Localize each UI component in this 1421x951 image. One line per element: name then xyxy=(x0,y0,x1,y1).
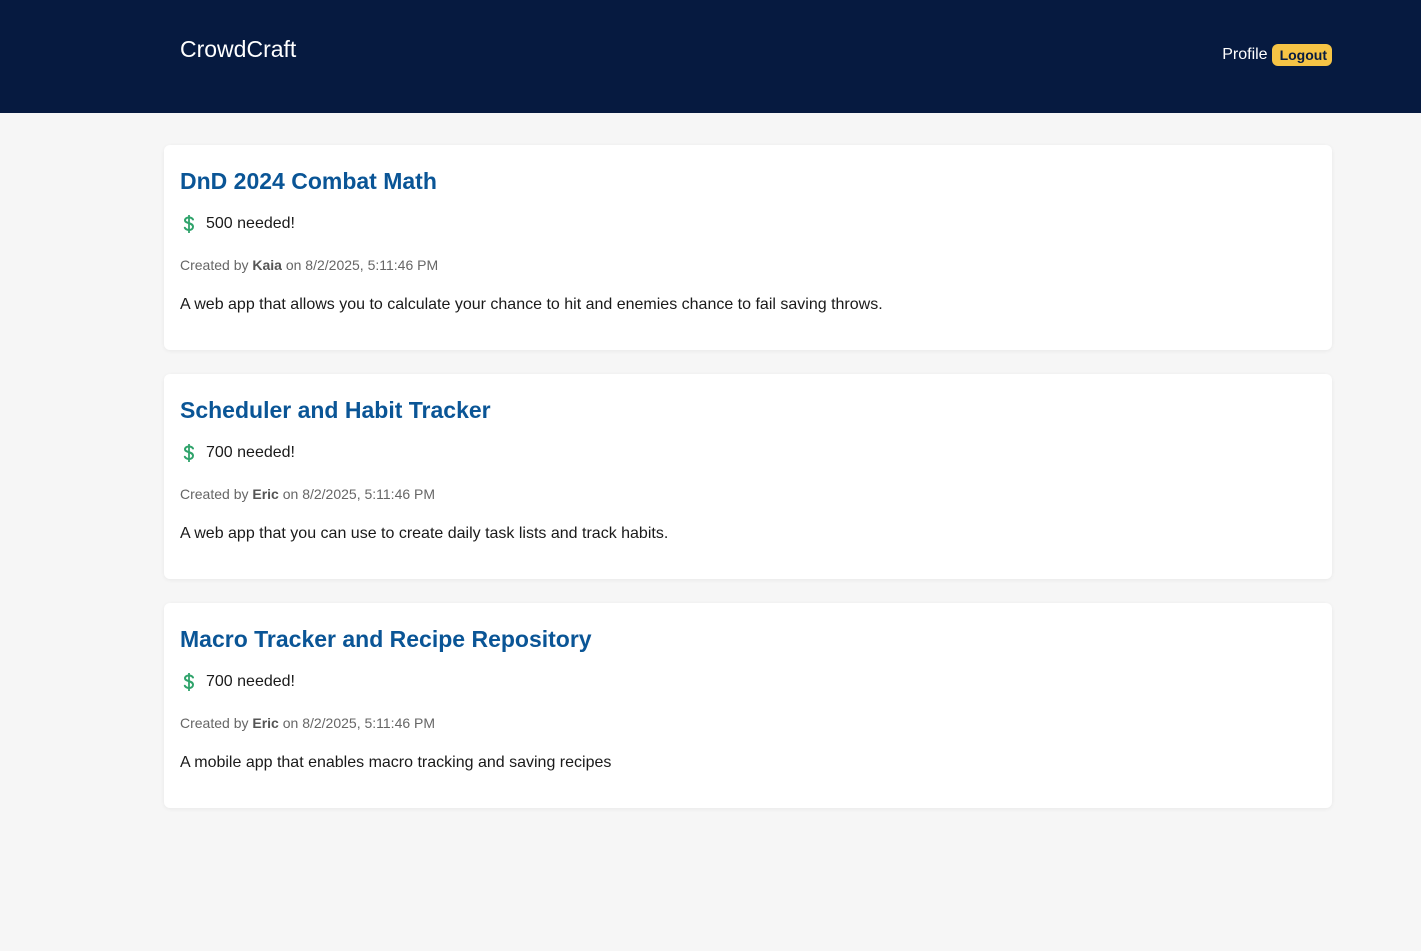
author-name: Eric xyxy=(252,715,279,731)
dollar-icon xyxy=(183,215,195,233)
created-info: Created by Eric on 8/2/2025, 5:11:46 PM xyxy=(180,714,435,732)
created-date: on 8/2/2025, 5:11:46 PM xyxy=(282,715,436,731)
project-list: DnD 2024 Combat Math 500 needed! Created… xyxy=(164,145,1332,832)
project-description: A web app that allows you to calculate y… xyxy=(180,296,883,313)
profile-link[interactable]: Profile xyxy=(1222,44,1267,66)
project-card: DnD 2024 Combat Math 500 needed! Created… xyxy=(164,145,1332,350)
funding-goal: 700 needed! xyxy=(180,443,295,463)
funding-text: 700 needed! xyxy=(206,444,295,461)
created-date: on 8/2/2025, 5:11:46 PM xyxy=(282,486,436,502)
brand-logo[interactable]: CrowdCraft xyxy=(180,35,296,63)
created-info: Created by Kaia on 8/2/2025, 5:11:46 PM xyxy=(180,256,438,274)
logout-button[interactable]: Logout xyxy=(1271,44,1332,66)
project-title[interactable]: Scheduler and Habit Tracker xyxy=(180,396,491,424)
dollar-icon xyxy=(183,673,195,691)
top-navbar: CrowdCraft Profile Logout xyxy=(0,0,1421,113)
nav-links: Profile Logout xyxy=(1222,44,1332,66)
funding-text: 700 needed! xyxy=(206,673,295,690)
project-card: Scheduler and Habit Tracker 700 needed! … xyxy=(164,374,1332,579)
project-title[interactable]: DnD 2024 Combat Math xyxy=(180,167,437,195)
project-card: Macro Tracker and Recipe Repository 700 … xyxy=(164,603,1332,808)
author-name: Eric xyxy=(252,486,279,502)
created-prefix: Created by xyxy=(180,715,249,731)
funding-goal: 700 needed! xyxy=(180,672,295,692)
author-name: Kaia xyxy=(252,257,282,273)
project-title[interactable]: Macro Tracker and Recipe Repository xyxy=(180,625,592,653)
funding-text: 500 needed! xyxy=(206,215,295,232)
created-info: Created by Eric on 8/2/2025, 5:11:46 PM xyxy=(180,485,435,503)
project-description: A web app that you can use to create dai… xyxy=(180,525,669,542)
dollar-icon xyxy=(183,444,195,462)
created-prefix: Created by xyxy=(180,486,249,502)
funding-goal: 500 needed! xyxy=(180,214,295,234)
created-date: on 8/2/2025, 5:11:46 PM xyxy=(285,257,439,273)
created-prefix: Created by xyxy=(180,257,249,273)
project-description: A mobile app that enables macro tracking… xyxy=(180,754,612,771)
